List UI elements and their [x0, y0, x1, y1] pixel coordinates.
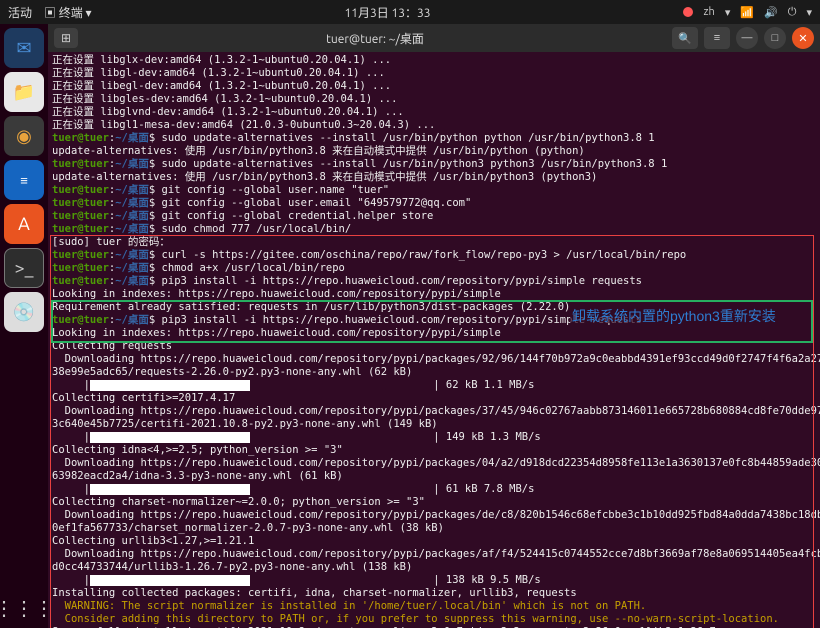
search-button[interactable]: 🔍 — [672, 27, 698, 49]
terminal-window: ⊞ tuer@tuer: ~/桌面 🔍 ≡ — □ ✕ 正在设置 libglx-… — [48, 24, 820, 628]
activities-button[interactable]: 活动 — [8, 4, 32, 21]
annotation-redbox — [50, 235, 814, 628]
maximize-button[interactable]: □ — [764, 27, 786, 49]
annotation-text: 卸载系统内置的python3重新安装 — [570, 310, 778, 323]
notification-icon[interactable] — [683, 7, 693, 17]
terminal-icon[interactable]: >_ — [4, 248, 44, 288]
hamburger-button[interactable]: ≡ — [704, 27, 730, 49]
system-menu-chevron[interactable]: ▾ — [806, 6, 812, 19]
titlebar: ⊞ tuer@tuer: ~/桌面 🔍 ≡ — □ ✕ — [48, 24, 820, 52]
close-button[interactable]: ✕ — [792, 27, 814, 49]
terminal-output[interactable]: 正在设置 libglx-dev:amd64 (1.3.2-1~ubuntu0.2… — [48, 52, 820, 628]
files-icon[interactable]: 📁 — [4, 72, 44, 112]
ubuntu-software-icon[interactable]: A — [4, 204, 44, 244]
power-icon[interactable]: ⏻ — [788, 6, 797, 19]
lang-indicator[interactable]: zh — [703, 6, 714, 18]
app-menu[interactable]: ▣ 终端 ▾ — [44, 4, 92, 21]
gnome-topbar: 活动 ▣ 终端 ▾ 11月3日 13：33 zh ▾ 📶 🔊 ⏻ ▾ — [0, 0, 820, 24]
libreoffice-icon[interactable]: ≡ — [4, 160, 44, 200]
dock: ✉ 📁 ◉ ≡ A >_ 💿 ⋮⋮⋮ — [0, 24, 48, 628]
minimize-button[interactable]: — — [736, 27, 758, 49]
window-title: tuer@tuer: ~/桌面 — [84, 30, 666, 47]
clock[interactable]: 11月3日 13：33 — [92, 4, 684, 21]
thunderbird-icon[interactable]: ✉ — [4, 28, 44, 68]
updates-icon[interactable]: ▾ — [725, 6, 731, 19]
network-icon[interactable]: 📶 — [740, 6, 754, 19]
new-tab-button[interactable]: ⊞ — [54, 28, 78, 48]
rhythmbox-icon[interactable]: ◉ — [4, 116, 44, 156]
show-applications-icon[interactable]: ⋮⋮⋮ — [0, 596, 54, 620]
volume-icon[interactable]: 🔊 — [764, 6, 778, 19]
brasero-icon[interactable]: 💿 — [4, 292, 44, 332]
